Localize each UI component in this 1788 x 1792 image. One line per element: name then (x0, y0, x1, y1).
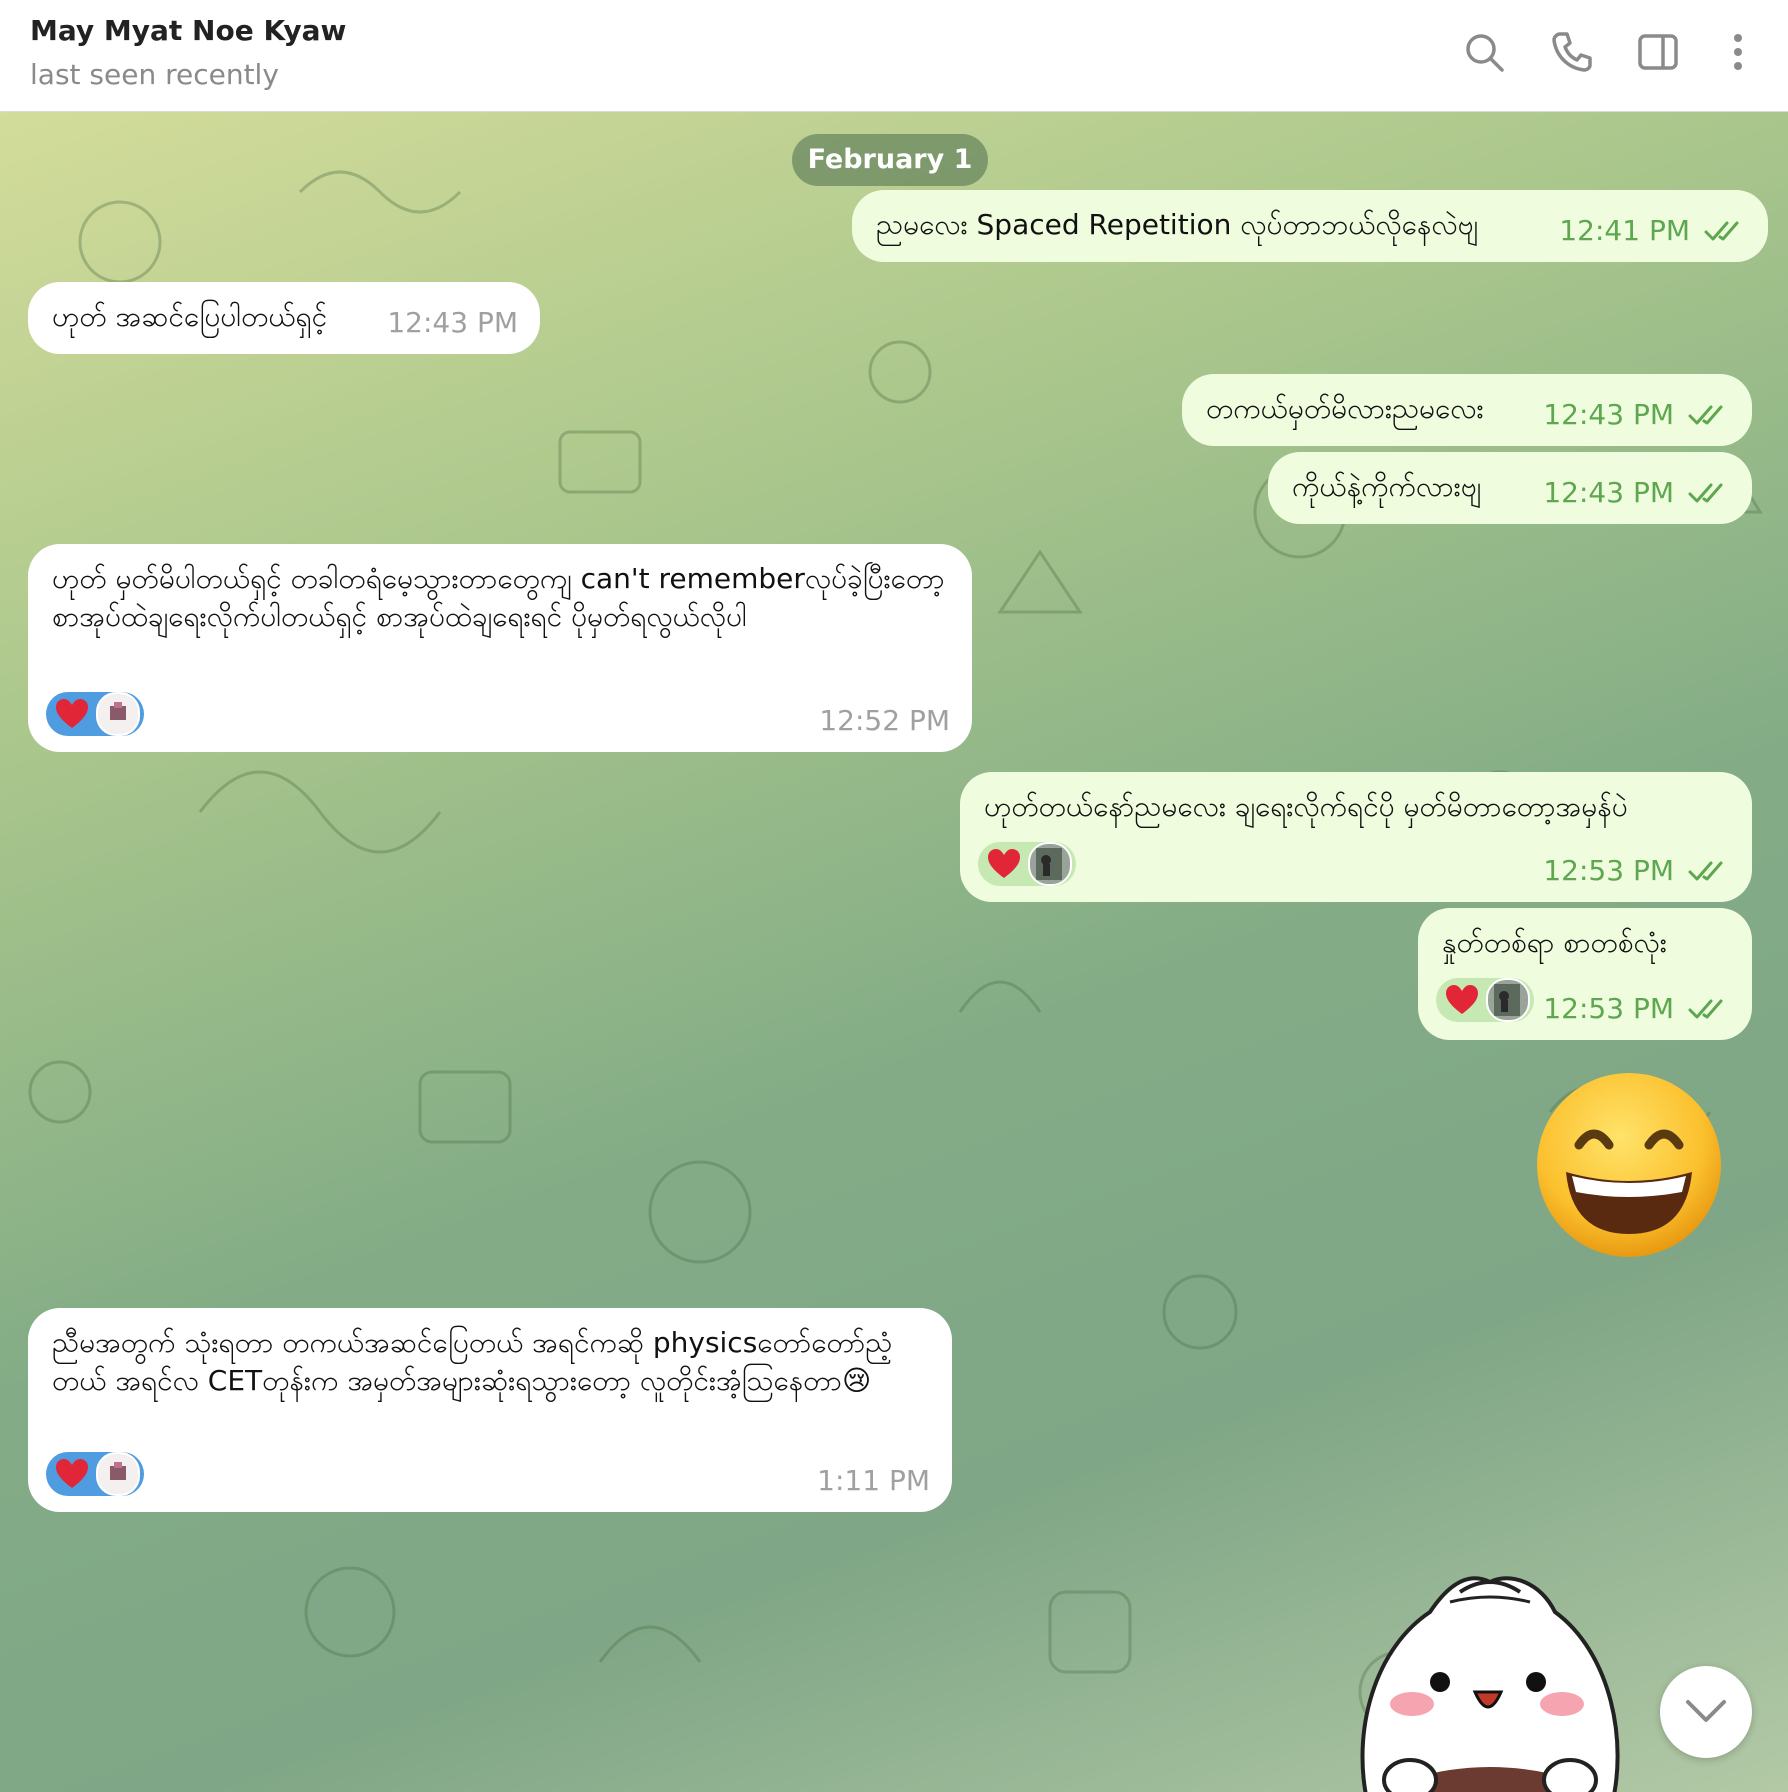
message-meta: 12:43 PM (1543, 396, 1730, 434)
message-meta: 12:43 PM (387, 304, 518, 342)
reaction-heart[interactable] (978, 842, 1076, 886)
message-reactions[interactable] (46, 692, 144, 736)
reactor-avatar (1486, 978, 1530, 1022)
message-text: ညမလေး Spaced Repetition လုပ်တာဘယ်လိုနေလဲ… (876, 208, 1478, 241)
message-reactions[interactable] (46, 1452, 144, 1496)
read-receipt-icon (1688, 403, 1730, 427)
phone-icon[interactable] (1550, 30, 1594, 74)
message-outgoing[interactable]: ဟုတ်တယ်နော်ညမလေး ချရေးလိုက်ရင်ပို မှတ်မိ… (960, 772, 1752, 902)
message-meta: 12:52 PM (819, 702, 950, 740)
heart-icon (988, 849, 1020, 878)
chat-title[interactable]: May Myat Noe Kyaw (30, 14, 346, 47)
read-receipt-icon (1688, 859, 1730, 883)
message-outgoing[interactable]: ညမလေး Spaced Repetition လုပ်တာဘယ်လိုနေလဲ… (852, 190, 1768, 262)
reaction-heart[interactable] (46, 1452, 144, 1496)
message-time: 12:43 PM (1543, 476, 1674, 509)
chevron-down-icon (1686, 1700, 1726, 1722)
message-time: 12:41 PM (1559, 214, 1690, 247)
message-text: နှုတ်တစ်ရာ စာတစ်လုံး (1442, 926, 1667, 959)
date-separator: February 1 (792, 134, 988, 186)
reactor-avatar (1028, 842, 1072, 886)
message-outgoing[interactable]: နှုတ်တစ်ရာ စာတစ်လုံး 12:53 PM (1418, 908, 1752, 1040)
message-text: တကယ်မှတ်မိလားညမလေး (1206, 392, 1484, 425)
message-incoming[interactable]: ဟုတ် မှတ်မိပါတယ်ရှင့် တခါတရံမေ့သွားတာတွေ… (28, 544, 972, 752)
message-time: 1:11 PM (817, 1464, 930, 1497)
scroll-to-bottom-button[interactable] (1660, 1666, 1752, 1758)
message-outgoing[interactable]: တကယ်မှတ်မိလားညမလေး 12:43 PM (1182, 374, 1752, 446)
reactor-avatar (96, 692, 140, 736)
message-incoming[interactable]: ညီမအတွက် သုံးရတာ တကယ်အဆင်ပြေတယ် အရင်ကဆို… (28, 1308, 952, 1512)
reaction-heart[interactable] (46, 692, 144, 736)
chat-status: last seen recently (30, 58, 279, 91)
message-text: ကိုယ်နဲ့ကိုက်လားဗျ (1292, 470, 1482, 503)
more-options-icon[interactable] (1716, 30, 1760, 74)
chat-area[interactable]: February 1 ညမလေး Spaced Repetition လုပ်တ… (0, 112, 1788, 1792)
message-time: 12:52 PM (819, 704, 950, 737)
message-text: ညီမအတွက် သုံးရတာ တကယ်အဆင်ပြေတယ် အရင်ကဆို… (52, 1326, 893, 1397)
message-time: 12:53 PM (1543, 854, 1674, 887)
message-reactions[interactable] (1436, 978, 1534, 1022)
read-receipt-icon (1704, 219, 1746, 243)
message-text: ဟုတ် အဆင်ပြေပါတယ်ရှင့် (52, 300, 328, 333)
read-receipt-icon (1688, 481, 1730, 505)
reaction-heart[interactable] (1436, 978, 1534, 1022)
read-receipt-icon (1688, 997, 1730, 1021)
chat-header: May Myat Noe Kyaw last seen recently (0, 0, 1788, 112)
message-time: 12:43 PM (387, 306, 518, 339)
message-meta: 12:53 PM (1543, 852, 1730, 890)
heart-icon (56, 1459, 88, 1488)
search-icon[interactable] (1462, 30, 1506, 74)
message-meta: 12:41 PM (1559, 212, 1746, 250)
message-time: 12:43 PM (1543, 398, 1674, 431)
message-time: 12:53 PM (1543, 992, 1674, 1025)
grinning-face-emoji[interactable] (1534, 1070, 1724, 1260)
message-meta: 12:43 PM (1543, 474, 1730, 512)
sidebar-toggle-icon[interactable] (1636, 30, 1680, 74)
message-outgoing[interactable]: ကိုယ်နဲ့ကိုက်လားဗျ 12:43 PM (1268, 452, 1752, 524)
message-reactions[interactable] (978, 842, 1076, 886)
dumpling-character-sticker[interactable] (1340, 1542, 1640, 1792)
message-meta: 12:53 PM (1543, 990, 1730, 1028)
message-meta: 1:11 PM (817, 1462, 930, 1500)
heart-icon (1446, 985, 1478, 1014)
reactor-avatar (96, 1452, 140, 1496)
message-text: ဟုတ်တယ်နော်ညမလေး ချရေးလိုက်ရင်ပို မှတ်မိ… (984, 790, 1628, 823)
message-incoming[interactable]: ဟုတ် အဆင်ပြေပါတယ်ရှင့် 12:43 PM (28, 282, 540, 354)
message-text: ဟုတ် မှတ်မိပါတယ်ရှင့် တခါတရံမေ့သွားတာတွေ… (52, 562, 945, 633)
heart-icon (56, 699, 88, 728)
